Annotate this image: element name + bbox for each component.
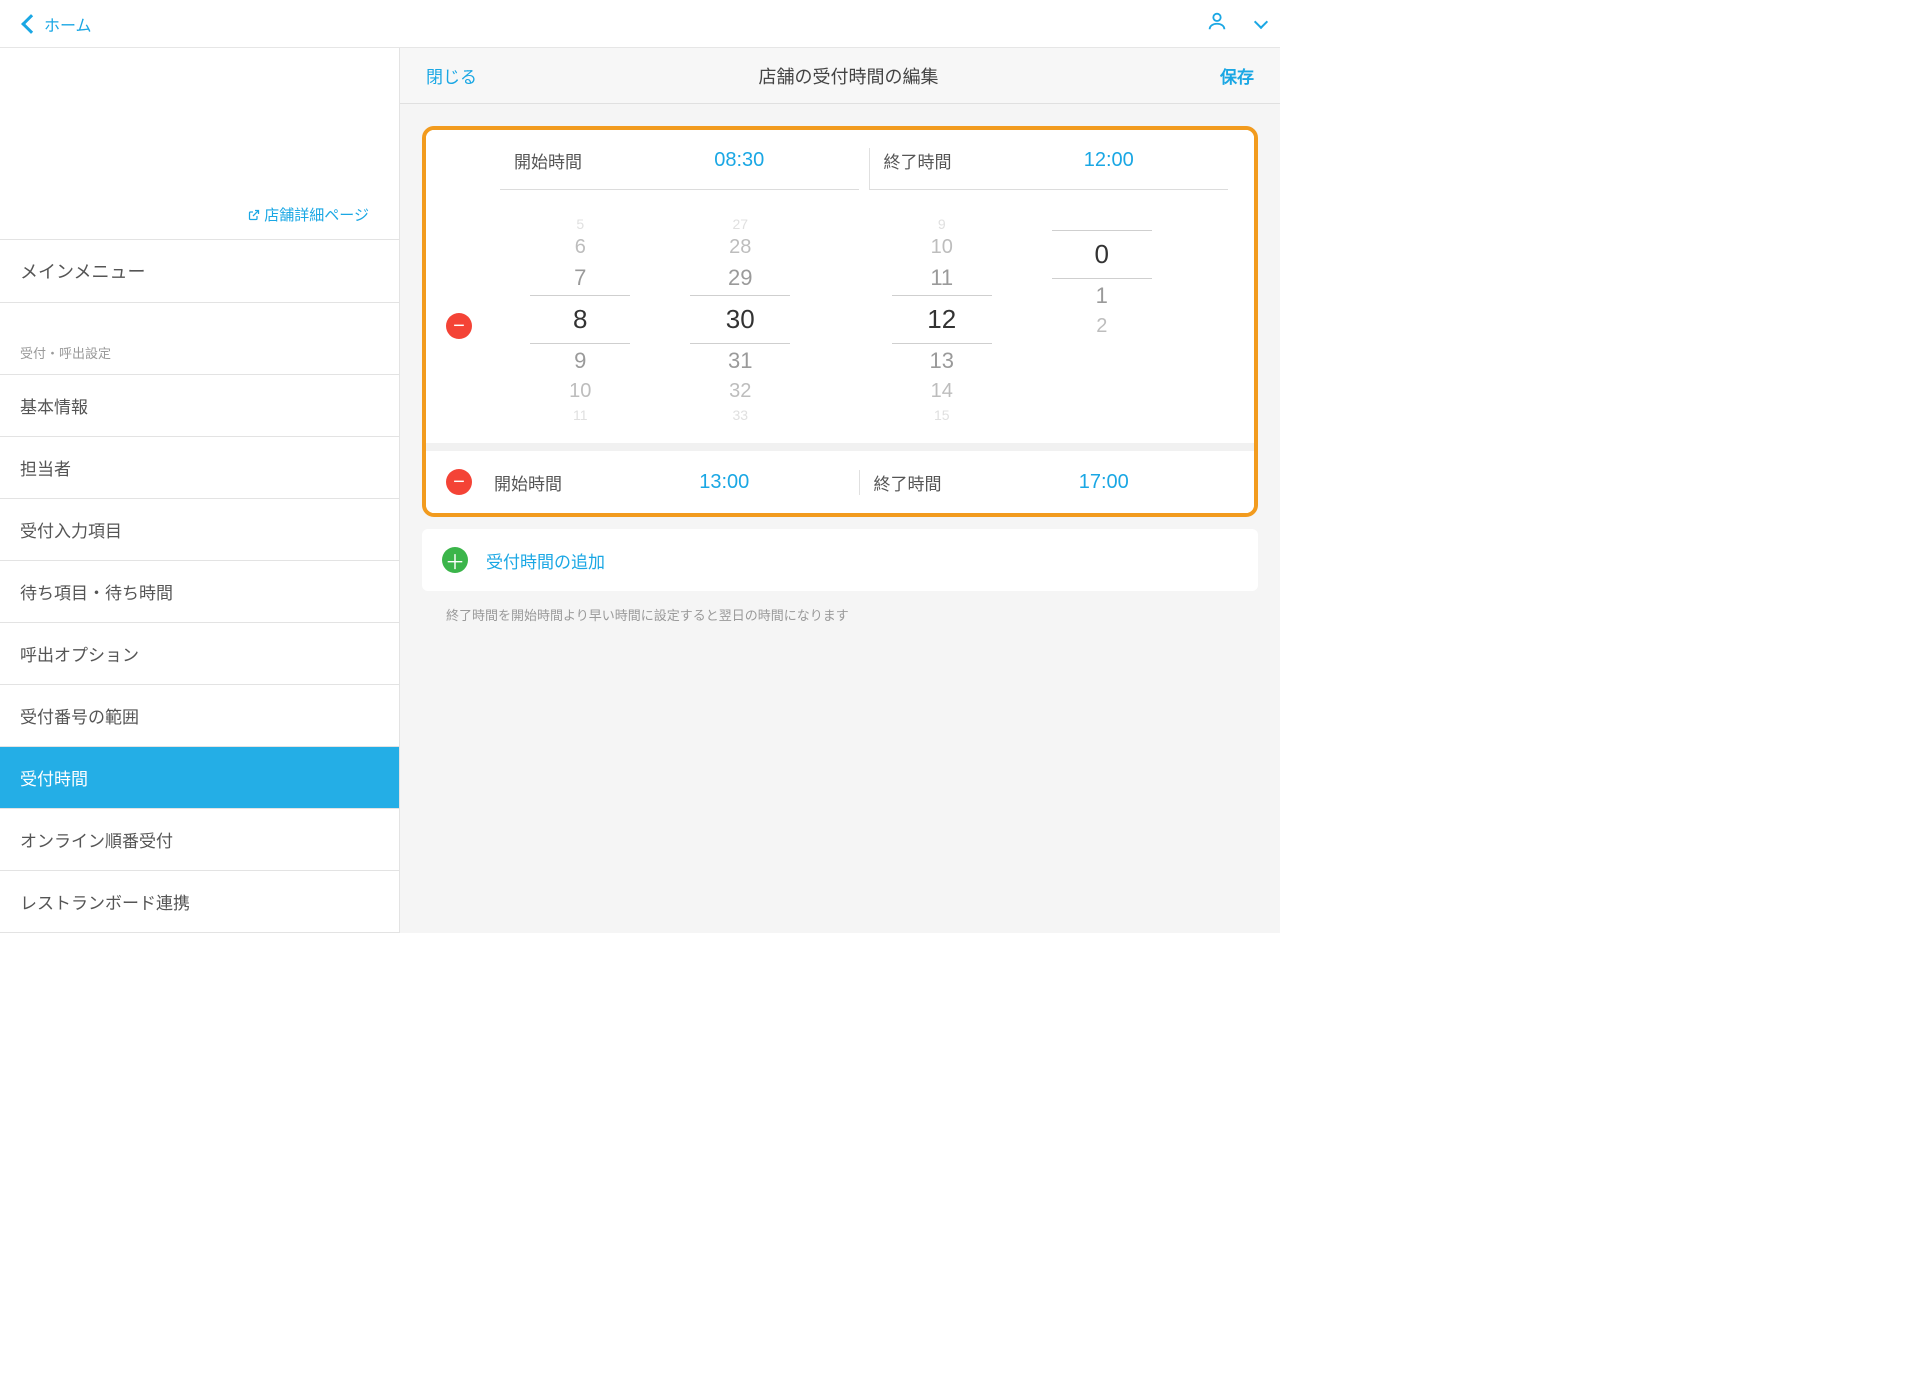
add-time-row[interactable]: ＋ 受付時間の追加 <box>422 529 1258 591</box>
end-time-value[interactable]: 12:00 <box>1004 149 1215 172</box>
sidebar-main-menu[interactable]: メインメニュー <box>0 240 399 303</box>
sidebar-item[interactable]: 受付番号の範囲 <box>0 685 399 747</box>
time-picker[interactable]: 5 6 7 8 9 10 11 27 <box>480 214 1202 425</box>
time-slot: 開始時間 08:30 終了時間 12:00 − <box>426 130 1254 443</box>
remove-slot-button[interactable]: − <box>446 469 472 495</box>
start-hour-spinner[interactable]: 5 6 7 8 9 10 11 <box>530 214 630 425</box>
content: 開始時間 08:30 終了時間 12:00 − <box>400 104 1280 660</box>
sidebar-item[interactable]: 受付入力項目 <box>0 499 399 561</box>
chevron-down-icon[interactable] <box>1254 14 1268 28</box>
page-title: 店舗の受付時間の編集 <box>477 63 1220 89</box>
start-time-label: 開始時間 <box>514 148 634 173</box>
main-header: 閉じる 店舗の受付時間の編集 保存 <box>400 48 1280 104</box>
close-button[interactable]: 閉じる <box>426 63 477 88</box>
main-panel: 閉じる 店舗の受付時間の編集 保存 開始時間 08:30 終了時間 <box>400 48 1280 933</box>
sidebar: 店舗詳細ページ メインメニュー 受付・呼出設定 基本情報担当者受付入力項目待ち項… <box>0 48 400 933</box>
add-icon: ＋ <box>442 547 468 573</box>
sidebar-item[interactable]: 受付時間 <box>0 747 399 809</box>
end-time-value[interactable]: 17:00 <box>994 471 1215 494</box>
user-icon[interactable] <box>1206 10 1228 37</box>
sidebar-section-header: 受付・呼出設定 <box>0 303 399 375</box>
sidebar-item[interactable]: レストランボード連携 <box>0 871 399 933</box>
back-button[interactable]: ホーム <box>24 12 92 36</box>
highlight-box: 開始時間 08:30 終了時間 12:00 − <box>422 126 1258 517</box>
start-time-value[interactable]: 08:30 <box>634 149 845 172</box>
top-nav-right <box>1206 10 1266 37</box>
remove-slot-button[interactable]: − <box>446 313 472 339</box>
store-link-row: 店舗詳細ページ <box>0 48 399 240</box>
add-time-label: 受付時間の追加 <box>486 548 605 573</box>
store-detail-label: 店舗詳細ページ <box>264 204 369 225</box>
back-label: ホーム <box>44 12 92 36</box>
sidebar-item[interactable]: 担当者 <box>0 437 399 499</box>
sidebar-item[interactable]: 基本情報 <box>0 375 399 437</box>
end-hour-spinner[interactable]: 9 10 11 12 13 14 15 <box>892 214 992 425</box>
start-time-value[interactable]: 13:00 <box>614 471 835 494</box>
end-time-label: 終了時間 <box>884 148 1004 173</box>
chevron-left-icon <box>21 14 41 34</box>
start-minute-spinner[interactable]: 27 28 29 30 31 32 33 <box>690 214 790 425</box>
time-slot: − 開始時間 13:00 終了時間 17:00 <box>426 443 1254 513</box>
external-link-icon <box>248 209 260 221</box>
start-time-label: 開始時間 <box>494 470 614 495</box>
top-nav: ホーム <box>0 0 1280 48</box>
sidebar-item[interactable]: 待ち項目・待ち時間 <box>0 561 399 623</box>
sidebar-item[interactable]: 呼出オプション <box>0 623 399 685</box>
hint-text: 終了時間を開始時間より早い時間に設定すると翌日の時間になります <box>422 591 1258 638</box>
save-button[interactable]: 保存 <box>1220 63 1254 88</box>
store-detail-link[interactable]: 店舗詳細ページ <box>248 204 369 225</box>
end-minute-spinner[interactable]: 0 1 2 <box>1052 214 1152 425</box>
sidebar-item[interactable]: オンライン順番受付 <box>0 809 399 871</box>
end-time-label: 終了時間 <box>874 470 994 495</box>
